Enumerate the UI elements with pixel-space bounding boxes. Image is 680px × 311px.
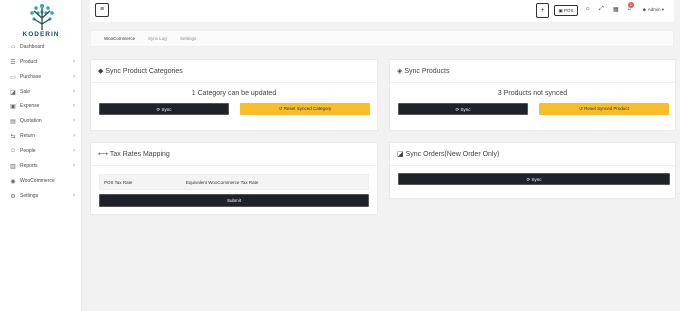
chevron-right-icon: › (73, 118, 75, 124)
sidebar-item-product[interactable]: ☰ Product › (0, 55, 82, 69)
divider (390, 165, 675, 166)
submit-button[interactable]: Submit (99, 194, 369, 207)
chevron-right-icon: › (73, 163, 75, 169)
sync-products-button[interactable]: ⟳ Sync (398, 103, 528, 115)
brand-name: KODERIN (22, 31, 60, 38)
sidebar-item-label: Quotation (20, 118, 42, 124)
sidebar: KODERIN ⌂ Dashboard ☰ Product › ▭ Purcha… (0, 0, 82, 311)
category-status-message: 1 Category can be updated (191, 90, 277, 97)
sidebar-item-expense[interactable]: ▣ Expense › (0, 99, 82, 113)
sidebar-item-label: Return (20, 133, 36, 139)
pos-tax-rate-header: POS Tax Rate (104, 180, 133, 185)
sync-orders-button[interactable]: ⟳ Sync (398, 173, 670, 185)
cart-icon: ◪ (397, 151, 404, 158)
card-title: ◪ Sync Orders(New Order Only) (397, 151, 500, 158)
sidebar-item-label: People (20, 148, 36, 154)
cart-icon: ◪ (10, 89, 16, 96)
chevron-right-icon: › (73, 103, 75, 109)
chevron-right-icon: › (73, 74, 75, 80)
list-icon: ☰ (10, 59, 16, 66)
tab-woocommerce[interactable]: WooCommerce (104, 36, 135, 41)
sync-icon: ⟳ (455, 107, 460, 112)
chevron-right-icon: › (73, 133, 75, 139)
woocommerce-icon: ◉ (10, 178, 16, 185)
undo-icon: ↺ (579, 106, 583, 111)
sync-products-card: ◈ Sync Products 3 Products not synced ⟳ … (389, 59, 676, 131)
tax-mapping-header: POS Tax Rate Equivalent WooCommerce Tax … (99, 174, 369, 190)
sidebar-item-reports[interactable]: ▥ Reports › (0, 159, 82, 173)
tax-rates-card: ⟷ Tax Rates Mapping POS Tax Rate Equival… (90, 142, 378, 215)
user-label: Admin (647, 7, 661, 12)
wallet-icon: ▣ (10, 103, 16, 110)
chevron-right-icon: › (73, 193, 75, 199)
sidebar-item-return[interactable]: ⇆ Return › (0, 129, 82, 143)
sync-categories-button[interactable]: ⟳ Sync (99, 103, 229, 115)
sidebar-item-label: WooCommerce (20, 178, 55, 184)
sidebar-item-label: Product (20, 59, 38, 65)
sync-icon: ⟳ (526, 177, 531, 182)
topbar: ≡ + ▣ POS ☼ ⤢ ▦ ♫ 1 ☻ Admin ▾ (90, 0, 674, 22)
pos-label: POS (564, 8, 574, 13)
sync-orders-card: ◪ Sync Orders(New Order Only) ⟳ Sync (389, 142, 676, 199)
arrows-icon: ⟷ (98, 151, 109, 158)
sidebar-item-woocommerce[interactable]: ◉ WooCommerce (0, 174, 82, 188)
sidebar-item-sale[interactable]: ◪ Sale › (0, 85, 82, 99)
sidebar-item-settings[interactable]: ⚙ Settings › (0, 189, 82, 203)
sidebar-item-people[interactable]: ☺ People › (0, 144, 82, 158)
sidebar-item-purchase[interactable]: ▭ Purchase › (0, 70, 82, 84)
chevron-right-icon: › (73, 148, 75, 154)
gear-icon: ⚙ (10, 193, 16, 200)
sidebar-item-quotation[interactable]: ▤ Quotation › (0, 114, 82, 128)
woocommerce-tabs: WooCommerce Sync Log Settings (90, 30, 674, 47)
reset-synced-product-button[interactable]: ↺ Reset Synced Product (539, 103, 669, 115)
tab-sync-log[interactable]: Sync Log (148, 36, 167, 41)
tags-icon: ◆ (98, 68, 104, 75)
divider (390, 82, 675, 83)
people-icon: ☺ (9, 148, 17, 154)
tab-settings[interactable]: Settings (180, 36, 196, 41)
pos-icon: ▣ (558, 8, 563, 13)
fullscreen-icon[interactable]: ⤢ (599, 6, 604, 13)
user-icon: ☻ (642, 7, 647, 12)
dashboard-icon: ⌂ (11, 44, 15, 50)
sync-icon: ⟳ (156, 107, 161, 112)
card-title: ◈ Sync Products (397, 68, 450, 75)
pos-button[interactable]: ▣ POS (554, 5, 578, 16)
sidebar-item-label: Reports (20, 163, 38, 169)
chevron-down-icon: ▾ (661, 7, 665, 12)
chevron-right-icon: › (73, 59, 75, 65)
sidebar-item-label: Dashboard (20, 44, 45, 50)
sidebar-item-dashboard[interactable]: ⌂ Dashboard (0, 40, 82, 54)
woo-tax-rate-header: Equivalent WooCommerce Tax Rate (186, 180, 259, 185)
document-icon: ▤ (10, 118, 16, 125)
undo-icon: ↺ (278, 106, 283, 111)
chevron-right-icon: › (73, 89, 75, 95)
brightness-icon[interactable]: ☼ (585, 6, 591, 12)
return-icon: ⇆ (10, 133, 16, 140)
divider (91, 82, 377, 83)
cubes-icon: ◈ (397, 68, 403, 75)
reports-icon: ▥ (10, 163, 16, 170)
product-status-message: 3 Products not synced (497, 90, 568, 97)
sidebar-item-label: Sale (20, 89, 31, 95)
store-icon[interactable]: ▦ (613, 6, 619, 13)
sidebar-item-label: Expense (20, 103, 40, 109)
divider (91, 165, 377, 166)
add-button[interactable]: + (536, 3, 549, 18)
card-title: ⟷ Tax Rates Mapping (98, 151, 170, 158)
menu-toggle-button[interactable]: ≡ (95, 3, 109, 17)
user-menu[interactable]: ☻ Admin ▾ (642, 7, 664, 13)
card-title: ◆ Sync Product Categories (98, 68, 183, 75)
sidebar-item-label: Settings (20, 193, 39, 199)
sidebar-item-label: Purchase (20, 74, 42, 80)
truck-icon: ▭ (10, 74, 16, 81)
reset-synced-category-button[interactable]: ↺ Reset Synced Category (240, 103, 370, 115)
sync-categories-card: ◆ Sync Product Categories 1 Category can… (90, 59, 378, 131)
notification-badge: 1 (628, 2, 634, 8)
